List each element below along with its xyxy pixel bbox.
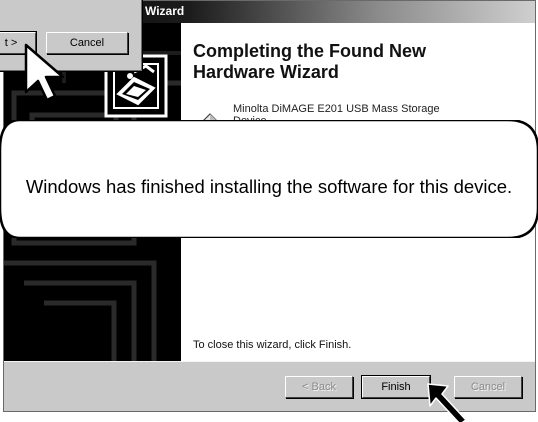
window-title: Wizard: [145, 4, 185, 18]
device-name-line-1: Minolta DiMAGE E201 USB Mass Storage: [233, 103, 440, 115]
heading-line-2: Hardware Wizard: [193, 62, 339, 82]
close-instructions: To close this wizard, click Finish.: [193, 339, 352, 351]
heading-line-1: Completing the Found New: [193, 41, 426, 61]
arrow-cursor-icon: [24, 43, 65, 102]
page-title: Completing the Found New Hardware Wizard: [193, 41, 513, 83]
callout-message: Windows has finished installing the soft…: [25, 176, 513, 197]
back-button[interactable]: < Back: [285, 376, 353, 398]
pointer-arrow-icon: [427, 383, 467, 422]
